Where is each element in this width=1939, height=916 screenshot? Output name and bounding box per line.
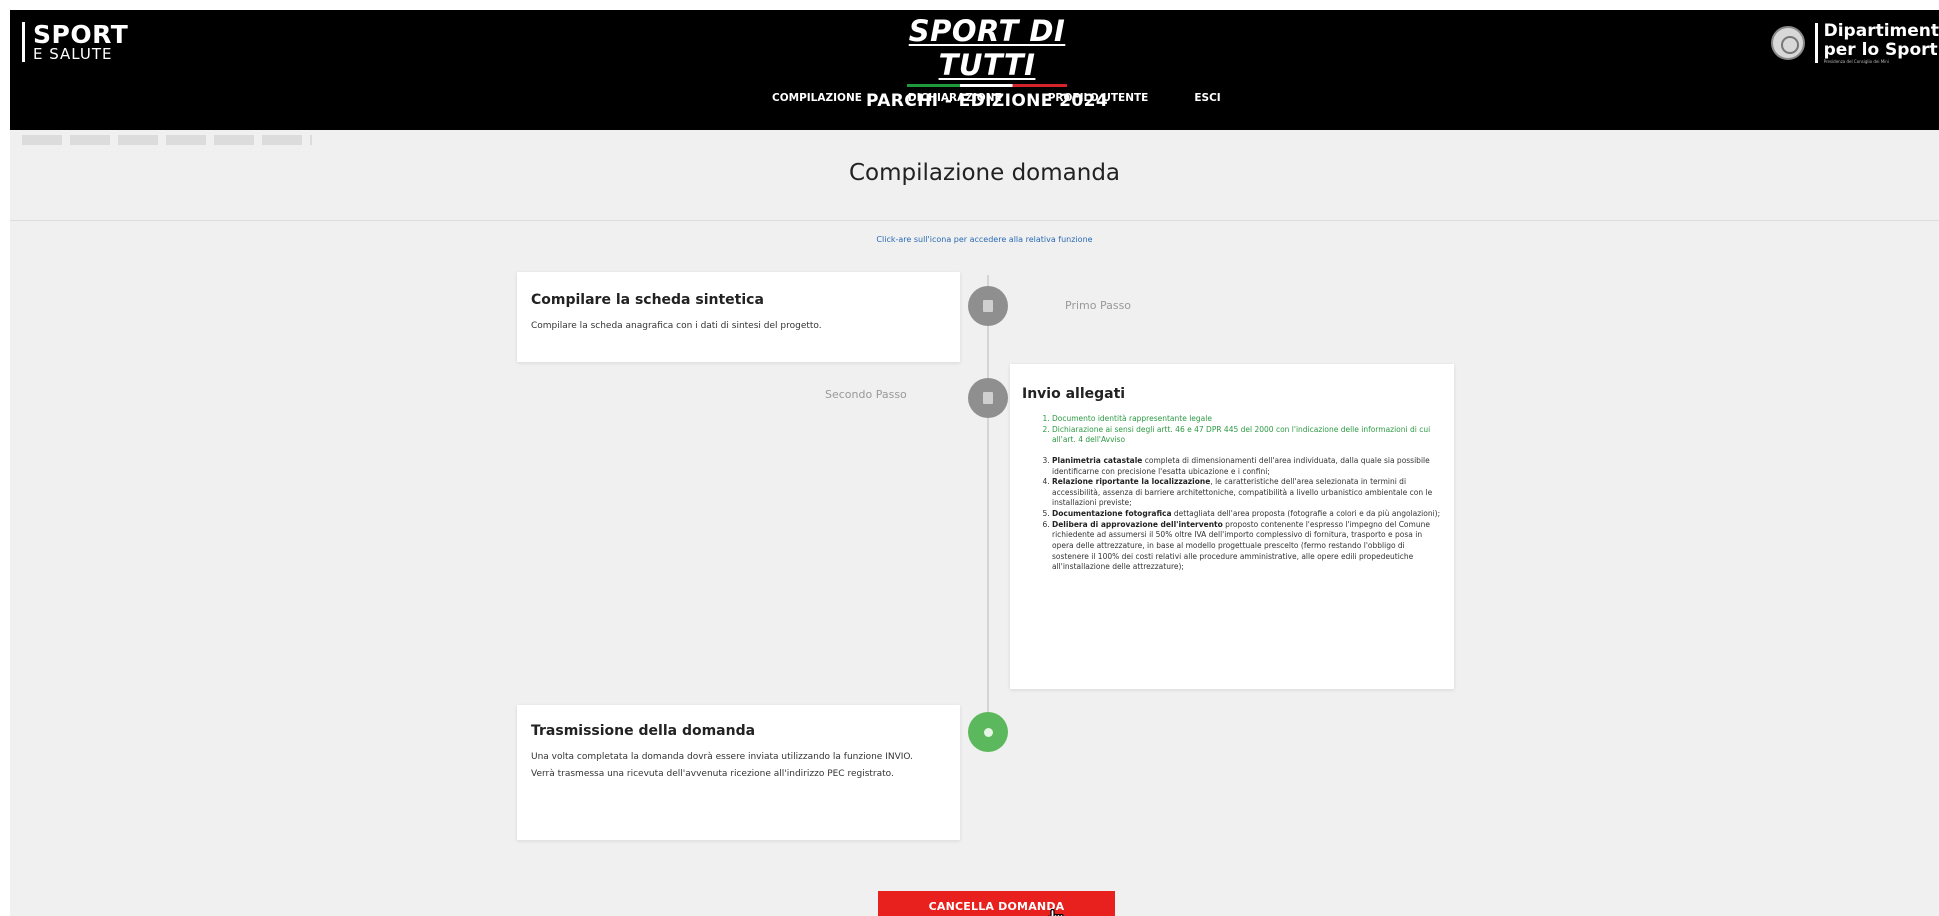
logo-line1: SPORT [33, 20, 129, 49]
logo-line2: E SALUTE [33, 45, 113, 63]
step1-label: Primo Passo [1065, 299, 1132, 312]
nav-dichiarazione[interactable]: DICHIARAZIONE [908, 92, 1002, 104]
step2-card-title: Invio allegati [1022, 386, 1126, 402]
header: SPORT E SALUTE SPORT DI TUTTI PARCHI - E… [10, 10, 1939, 130]
attachment-item: Dichiarazione ai sensi degli artt. 46 e … [1052, 425, 1442, 446]
step1-card-title: Compilare la scheda sintetica [531, 292, 764, 308]
main-nav: COMPILAZIONE DICHIARAZIONE PROFILO UTENT… [772, 92, 1267, 104]
hand-pointer-icon [1047, 908, 1064, 916]
list-spacer [1052, 446, 1442, 456]
attachment-item: Delibera di approvazione dell'intervento… [1052, 520, 1442, 573]
step3-card-text2: Verrà trasmessa una ricevuta dell'avvenu… [531, 769, 894, 780]
sport-e-salute-logo[interactable]: SPORT E SALUTE [22, 22, 128, 62]
step3-card-text1: Una volta completata la domanda dovrà es… [531, 752, 913, 762]
dipartimento-logo[interactable]: Dipartiment per lo Sport Presidenza del … [1770, 21, 1939, 65]
republic-emblem-icon [1770, 26, 1805, 61]
page-title: Compilazione domanda [848, 160, 1121, 186]
attachment-item: Relazione riportante la localizzazione, … [1052, 477, 1442, 509]
nav-compilazione[interactable]: COMPILAZIONE [772, 92, 862, 104]
attachments-list: Documento identità rappresentante legale… [1022, 414, 1442, 573]
step2-card: Invio allegati Documento identità rappre… [1010, 364, 1454, 689]
document-icon [983, 300, 993, 312]
attachment-item: Documento identità rappresentante legale [1052, 414, 1442, 425]
divider [10, 220, 1939, 221]
step1-card-text: Compilare la scheda anagrafica con i dat… [531, 321, 822, 331]
page: SPORT E SALUTE SPORT DI TUTTI PARCHI - E… [10, 10, 1939, 916]
file-icon [983, 392, 993, 404]
tricolor-bar [907, 84, 1067, 87]
step3-send-icon[interactable] [968, 712, 1008, 752]
instruction-hint: Click-are sull'icona per accedere alla r… [876, 235, 1093, 244]
attachment-item-bold: Planimetria catastale [1052, 455, 1143, 465]
attachment-item: Planimetria catastale completa di dimens… [1052, 456, 1442, 477]
step1-card: Compilare la scheda sintetica Compilare … [517, 272, 960, 362]
attachment-item: Documentazione fotografica dettagliata d… [1052, 509, 1442, 520]
dipartimento-text: Dipartiment per lo Sport Presidenza del … [1823, 21, 1939, 65]
step3-card-title: Trasmissione della domanda [531, 723, 756, 739]
dipartimento-line1: Dipartiment [1823, 21, 1939, 41]
attachment-item-text: dettagliata dell'area proposta (fotograf… [1171, 509, 1441, 519]
logo-divider [1814, 23, 1818, 64]
dipartimento-small: Presidenza del Consiglio dei Mini [1823, 59, 1889, 65]
cancel-application-button[interactable]: CANCELLA DOMANDA [878, 891, 1115, 916]
nav-esci[interactable]: ESCI [1194, 92, 1220, 104]
step1-document-icon[interactable] [968, 286, 1008, 326]
timeline-line [987, 275, 989, 715]
brand-title: SPORT DI TUTTI [908, 14, 1066, 82]
nav-profilo-utente[interactable]: PROFILO UTENTE [1048, 92, 1149, 104]
send-icon [983, 727, 993, 737]
dipartimento-line2: per lo Sport [1823, 39, 1938, 60]
step3-card: Trasmissione della domanda Una volta com… [517, 705, 960, 840]
attachment-item-bold: Relazione riportante la localizzazione [1052, 477, 1211, 487]
step2-file-icon[interactable] [968, 378, 1008, 418]
attachment-item-bold: Delibera di approvazione dell'intervento [1052, 519, 1223, 529]
attachment-item-bold: Documentazione fotografica [1052, 509, 1172, 519]
step2-label: Secondo Passo [825, 388, 907, 401]
faded-breadcrumb [22, 135, 312, 145]
